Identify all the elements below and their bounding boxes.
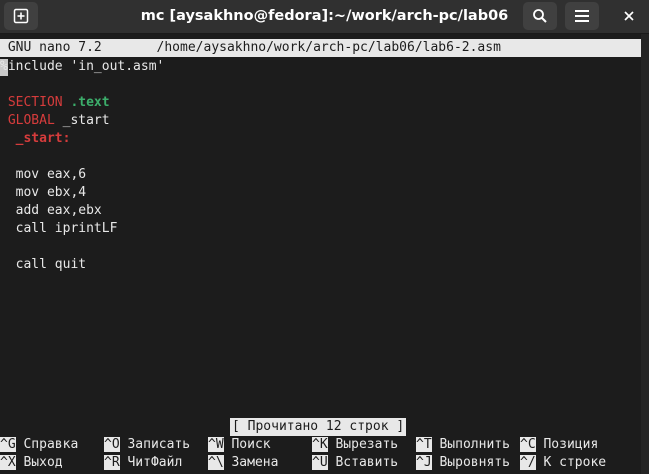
code-token: add eax,ebx bbox=[0, 203, 102, 218]
editor-line: call quit bbox=[0, 256, 86, 274]
shortcut-item[interactable]: ^R ЧитФайл bbox=[104, 454, 182, 472]
new-tab-button[interactable] bbox=[4, 2, 38, 30]
shortcut-key: ^G bbox=[0, 437, 16, 452]
code-token: %include 'in_out.asm' bbox=[0, 59, 165, 74]
new-tab-icon bbox=[13, 8, 29, 24]
shortcut-label: Выход bbox=[23, 455, 63, 470]
shortcut-key: ^X bbox=[0, 455, 16, 470]
shortcut-bar-top: ^G Справка ^O Записать ^W Поиск ^K Вырезать… bbox=[0, 436, 641, 454]
shortcut-item[interactable]: ^T Выполнить bbox=[416, 436, 510, 454]
code-token: GLOBAL bbox=[0, 113, 55, 128]
shortcut-label: Выполнить bbox=[439, 437, 510, 452]
shortcut-key: ^T bbox=[416, 437, 432, 452]
scrollbar[interactable] bbox=[641, 34, 649, 474]
shortcut-item[interactable]: ^/ К строке bbox=[520, 454, 606, 472]
shortcut-key: ^K bbox=[312, 437, 328, 452]
shortcut-label: Вырезать bbox=[335, 437, 399, 452]
code-token: .text bbox=[70, 95, 110, 110]
shortcut-item[interactable]: ^X Выход bbox=[0, 454, 63, 472]
editor-line: add eax,ebx bbox=[0, 202, 102, 220]
shortcut-item[interactable]: ^W Поиск bbox=[208, 436, 271, 454]
shortcut-key: ^R bbox=[104, 455, 120, 470]
shortcut-label: Позиция bbox=[543, 437, 599, 452]
close-icon bbox=[624, 11, 634, 21]
shortcut-item[interactable]: ^C Позиция bbox=[520, 436, 598, 454]
shortcut-item[interactable]: ^O Записать bbox=[104, 436, 190, 454]
shortcut-key: ^O bbox=[104, 437, 120, 452]
shortcut-item[interactable]: ^\ Замена bbox=[208, 454, 278, 472]
shortcut-item[interactable]: ^J Выровнять bbox=[416, 454, 510, 472]
shortcut-key: ^J bbox=[416, 455, 432, 470]
shortcut-label: К строке bbox=[543, 455, 607, 470]
code-token: mov eax,6 bbox=[0, 167, 87, 182]
shortcut-key: ^/ bbox=[520, 455, 536, 470]
editor-line: _start: bbox=[0, 130, 71, 148]
code-token: call quit bbox=[0, 257, 87, 272]
shortcut-label: Вставить bbox=[335, 455, 399, 470]
editor-line: %include 'in_out.asm' bbox=[0, 58, 164, 76]
shortcut-label: Поиск bbox=[231, 437, 271, 452]
status-message: [ Прочитано 12 строк ] bbox=[230, 418, 407, 436]
shortcut-label: Замена bbox=[231, 455, 279, 470]
shortcut-key: ^\ bbox=[208, 455, 224, 470]
shortcut-label: Выровнять bbox=[439, 455, 510, 470]
window-titlebar: mc [aysakhno@fedora]:~/work/arch-pc/lab0… bbox=[0, 0, 649, 34]
shortcut-label: Справка bbox=[23, 437, 79, 452]
code-token: _start bbox=[54, 113, 110, 128]
shortcut-label: Записать bbox=[127, 437, 191, 452]
editor-line: GLOBAL _start bbox=[0, 112, 110, 130]
text-cursor bbox=[0, 59, 8, 76]
search-icon bbox=[533, 9, 547, 23]
shortcut-key: ^C bbox=[520, 437, 536, 452]
terminal-area[interactable]: GNU nano 7.2 /home/aysakhno/work/arch-pc… bbox=[0, 34, 641, 474]
code-token: call iprintLF bbox=[0, 221, 118, 236]
editor-line: mov eax,6 bbox=[0, 166, 86, 184]
shortcut-item[interactable]: ^G Справка bbox=[0, 436, 78, 454]
shortcut-key: ^U bbox=[312, 455, 328, 470]
shortcut-bar-bottom: ^X Выход ^R ЧитФайл ^\ Замена ^U Вставить ^J… bbox=[0, 454, 641, 472]
shortcut-label: ЧитФайл bbox=[127, 455, 183, 470]
editor-line: SECTION .text bbox=[0, 94, 110, 112]
editor-line: call iprintLF bbox=[0, 220, 118, 238]
nano-header: GNU nano 7.2 /home/aysakhno/work/arch-pc… bbox=[0, 39, 641, 57]
code-token: _start: bbox=[0, 131, 71, 146]
editor-line: mov ebx,4 bbox=[0, 184, 86, 202]
search-button[interactable] bbox=[523, 2, 557, 30]
shortcut-item[interactable]: ^K Вырезать bbox=[312, 436, 398, 454]
shortcut-key: ^W bbox=[208, 437, 224, 452]
code-token: mov ebx,4 bbox=[0, 185, 87, 200]
menu-button[interactable] bbox=[565, 2, 599, 30]
close-button[interactable] bbox=[615, 2, 643, 30]
shortcut-item[interactable]: ^U Вставить bbox=[312, 454, 398, 472]
hamburger-menu-icon bbox=[575, 10, 589, 22]
code-token: SECTION bbox=[0, 95, 63, 110]
